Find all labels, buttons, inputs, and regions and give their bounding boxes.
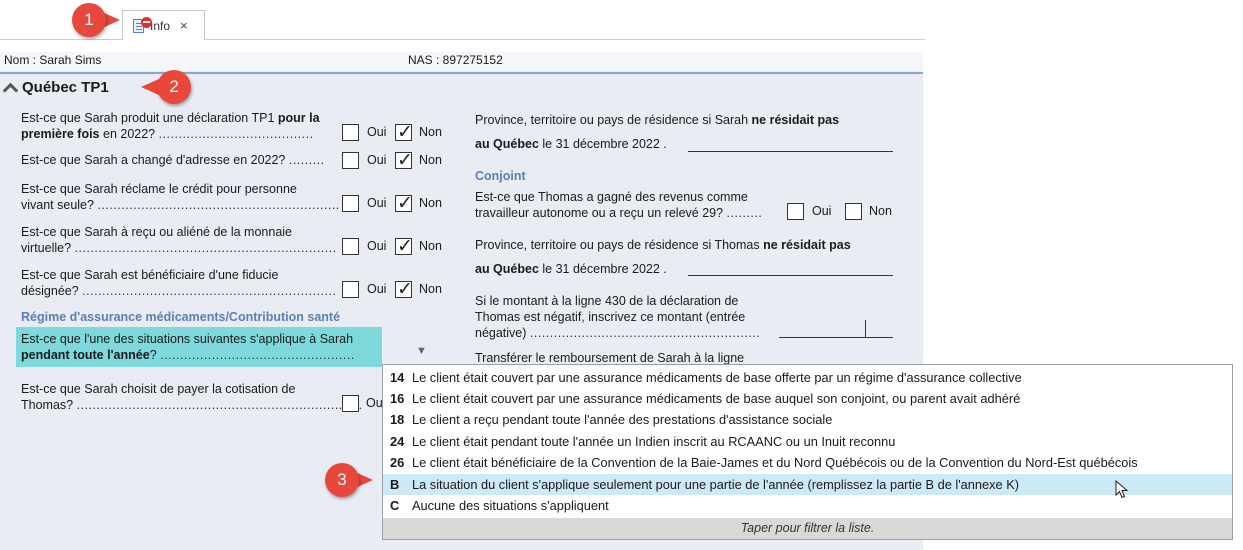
- checkbox-first-time-oui[interactable]: [342, 124, 359, 141]
- checkbox-contribution-oui[interactable]: [342, 395, 359, 412]
- close-icon[interactable]: ×: [180, 18, 188, 33]
- label-oui: Oui: [812, 204, 832, 218]
- dropdown-option-26[interactable]: 26 Le client était bénéficiaire de la Con…: [383, 452, 1232, 473]
- checkbox-address-oui[interactable]: [342, 152, 359, 169]
- label-oui: Oui: [367, 125, 387, 139]
- question-sarah-residence: Province, territoire ou pays de résidenc…: [475, 113, 840, 127]
- line-430-amount-input[interactable]: [779, 320, 893, 338]
- dropdown-option-18[interactable]: 18 Le client a reçu pendant toute l'année…: [383, 409, 1232, 430]
- label-oui: Oui: [367, 239, 387, 253]
- dropdown-option-b[interactable]: B La situation du client s'applique seule…: [383, 474, 1232, 495]
- label-non: Non: [419, 125, 442, 139]
- client-name: Nom : Sarah Sims: [4, 53, 102, 67]
- dropdown-option-16[interactable]: 16 Le client était couvert par une assura…: [383, 388, 1232, 409]
- label-oui-partial: Ou: [366, 396, 383, 410]
- checkbox-crypto-non[interactable]: [395, 235, 413, 257]
- checkbox-self-employed-non[interactable]: [845, 203, 862, 220]
- callout-3: 3: [325, 463, 385, 497]
- tab-label: Info: [150, 18, 171, 33]
- label-non: Non: [419, 282, 442, 296]
- callout-number: 1: [72, 3, 106, 37]
- chevron-up-icon[interactable]: [4, 82, 16, 94]
- label-non: Non: [869, 204, 892, 218]
- situation-dropdown-list[interactable]: 14 Le client était couvert par une assura…: [382, 364, 1233, 540]
- checkbox-alone-non[interactable]: [395, 192, 413, 214]
- dropdown-option-14[interactable]: 14 Le client était couvert par une assura…: [383, 367, 1232, 388]
- dropdown-option-24[interactable]: 24 Le client était pendant toute l'année …: [383, 431, 1232, 452]
- label-oui: Oui: [367, 282, 387, 296]
- client-nas: NAS : 897275152: [408, 53, 503, 67]
- question-sarah-residence-line2: au Québec le 31 décembre 2022 .: [475, 137, 667, 151]
- document-error-icon: [133, 16, 152, 34]
- question-thomas-residence-line2: au Québec le 31 décembre 2022 .: [475, 262, 667, 276]
- dropdown-option-c[interactable]: C Aucune des situations s'appliquent: [383, 495, 1232, 516]
- label-oui: Oui: [367, 153, 387, 167]
- divider: [0, 72, 923, 74]
- regime-heading: Régime d'assurance médicaments/Contribut…: [21, 310, 341, 324]
- question-thomas-self-employed: Est-ce que Thomas a gagné des revenus co…: [475, 190, 763, 220]
- callout-number: 3: [325, 463, 359, 497]
- conjoint-heading: Conjoint: [475, 169, 526, 183]
- question-line-430: Si le montant à la ligne 430 de la décla…: [475, 294, 761, 340]
- checkbox-alone-oui[interactable]: [342, 195, 359, 212]
- checkbox-trust-oui[interactable]: [342, 281, 359, 298]
- checkbox-first-time-non[interactable]: [395, 121, 413, 143]
- tab-info[interactable]: Info ×: [122, 10, 205, 41]
- identity-bar: Nom : Sarah Sims NAS : 897275152: [0, 52, 923, 71]
- label-oui: Oui: [367, 196, 387, 210]
- section-title: Québec TP1: [22, 79, 109, 96]
- dropdown-arrow-icon[interactable]: ▼: [416, 345, 427, 357]
- checkbox-crypto-oui[interactable]: [342, 238, 359, 255]
- label-non: Non: [419, 153, 442, 167]
- checkbox-trust-non[interactable]: [395, 278, 413, 300]
- dropdown-filter-hint: Taper pour filtrer la liste.: [383, 518, 1232, 539]
- question-address-change: Est-ce que Sarah a changé d'adresse en 2…: [21, 153, 325, 167]
- question-drug-insurance: Est-ce que l'une des situations suivante…: [21, 332, 355, 362]
- label-non: Non: [419, 196, 442, 210]
- checkbox-address-non[interactable]: [395, 149, 413, 171]
- question-thomas-residence: Province, territoire ou pays de résidenc…: [475, 238, 851, 252]
- question-living-alone: Est-ce que Sarah réclame le crédit pour …: [21, 182, 340, 212]
- callout-2: 2: [141, 70, 191, 104]
- callout-1: 1: [72, 3, 132, 37]
- question-trust: Est-ce que Sarah est bénéficiaire d'une …: [21, 268, 337, 298]
- question-first-time: Est-ce que Sarah produit une déclaration…: [21, 111, 320, 141]
- question-pay-contribution: Est-ce que Sarah choisit de payer la cot…: [21, 382, 363, 412]
- sarah-residence-input[interactable]: [688, 151, 893, 152]
- label-non: Non: [419, 239, 442, 253]
- mouse-pointer-icon: [1115, 480, 1129, 499]
- checkbox-self-employed-oui[interactable]: [787, 203, 804, 220]
- section-header[interactable]: Québec TP1: [4, 79, 109, 96]
- thomas-residence-input[interactable]: [688, 275, 893, 276]
- callout-number: 2: [157, 70, 191, 104]
- question-crypto: Est-ce que Sarah à reçu ou aliéné de la …: [21, 225, 337, 255]
